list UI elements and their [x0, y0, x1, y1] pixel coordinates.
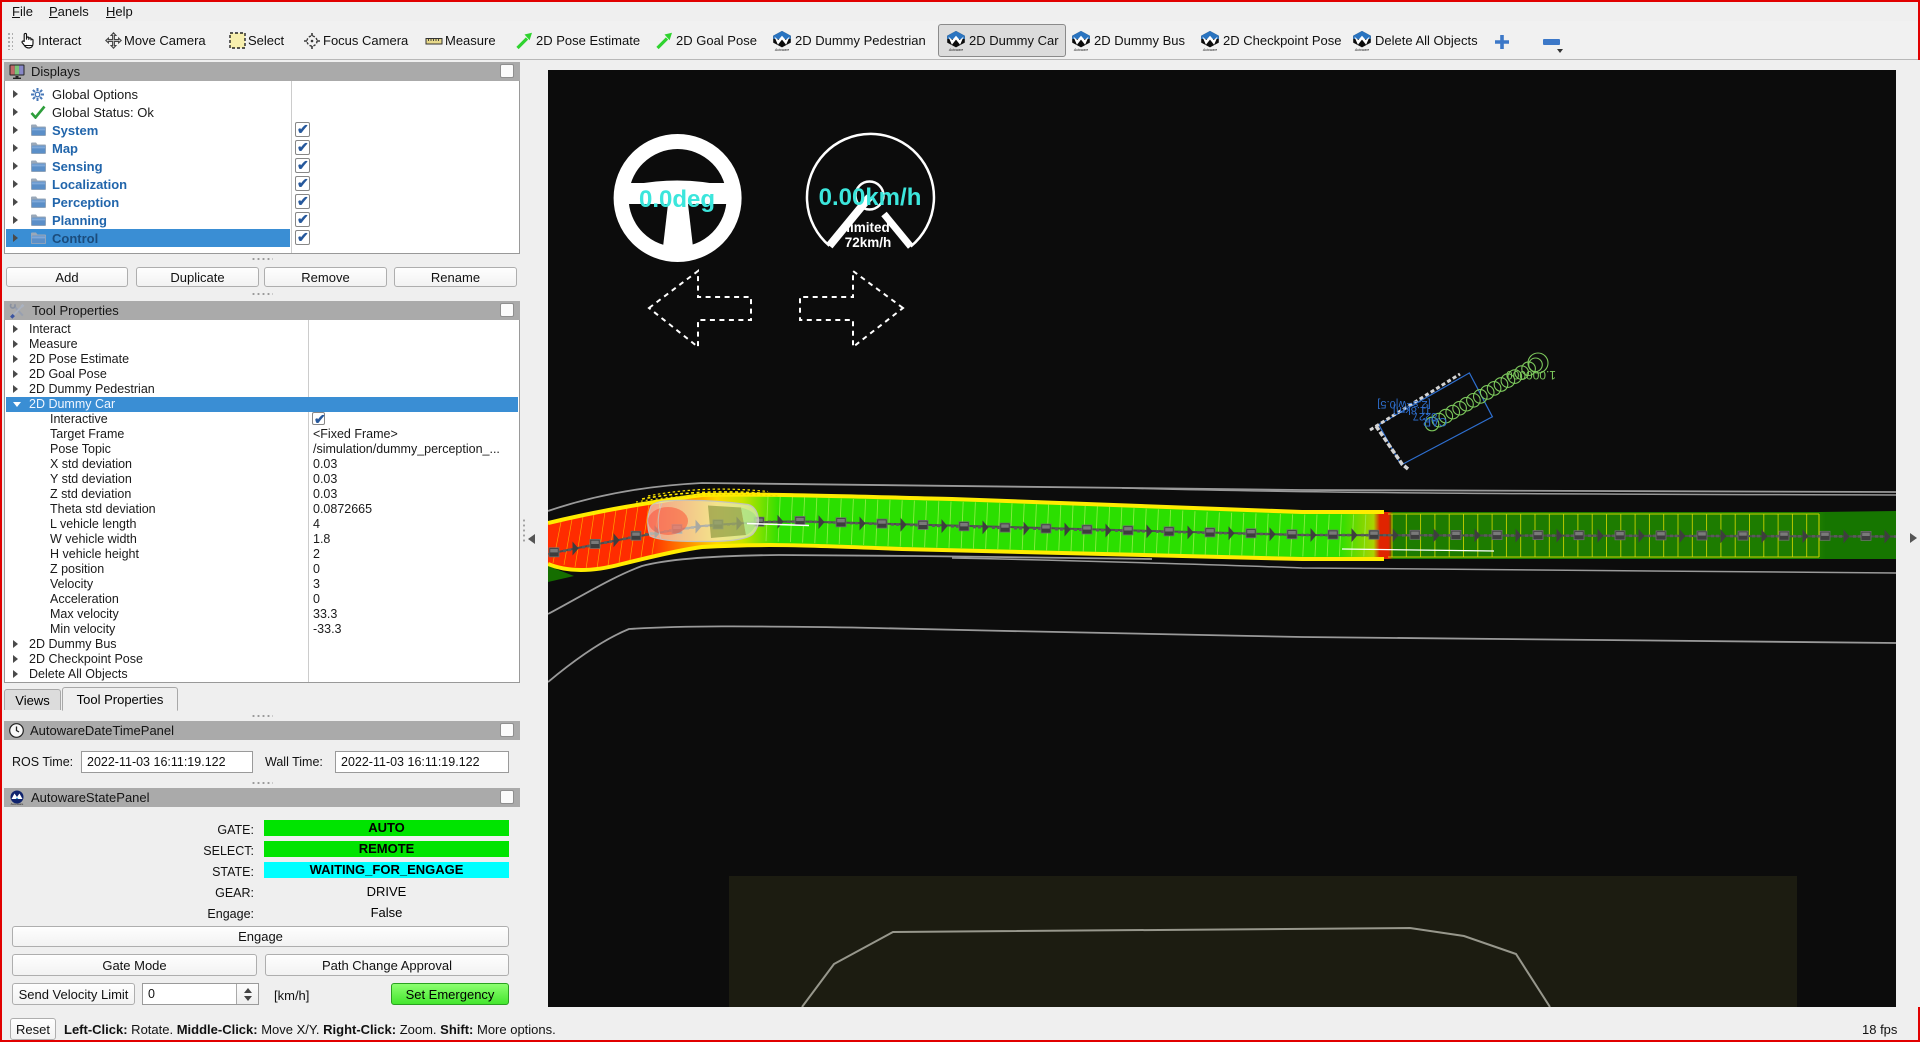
- svg-text:0.0deg: 0.0deg: [639, 186, 715, 213]
- svg-text:Autoware: Autoware: [774, 48, 789, 52]
- svg-text:0.00km/h: 0.00km/h: [819, 184, 922, 211]
- svg-text:72km/h: 72km/h: [845, 235, 892, 250]
- svg-text:limited: limited: [846, 220, 890, 235]
- svg-text:CAR: CAR: [1423, 415, 1447, 427]
- svg-text:Autoware: Autoware: [1073, 48, 1088, 52]
- svg-text:Autoware: Autoware: [11, 801, 24, 805]
- svg-text:Autoware: Autoware: [1202, 48, 1217, 52]
- svg-text:Autoware: Autoware: [948, 48, 963, 52]
- svg-text:Autoware: Autoware: [1354, 48, 1369, 52]
- svg-text:1.000000: 1.000000: [1506, 368, 1556, 382]
